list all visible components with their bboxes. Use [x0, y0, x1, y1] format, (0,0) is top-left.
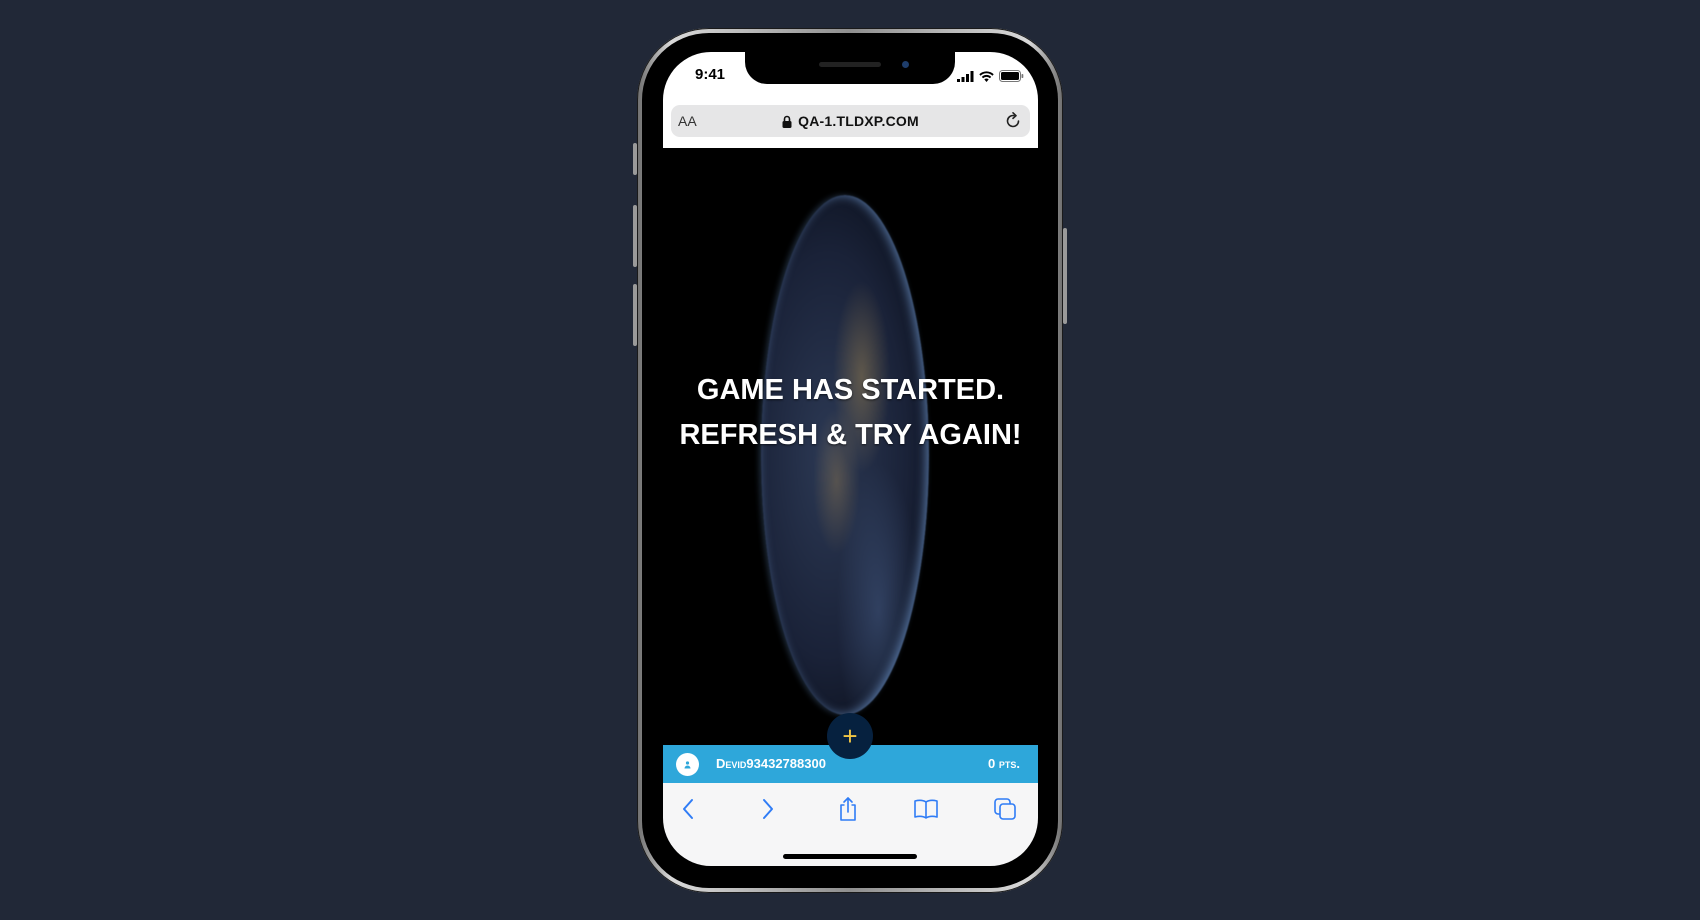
- address-bar[interactable]: AA QA-1.TLDXP.COM: [671, 105, 1030, 137]
- notch: [745, 52, 955, 84]
- tabs-button[interactable]: [991, 795, 1019, 823]
- reload-button[interactable]: [1003, 111, 1023, 136]
- home-indicator: [783, 854, 917, 859]
- plus-icon: +: [842, 721, 858, 751]
- share-button[interactable]: [834, 795, 862, 823]
- back-icon: [683, 799, 693, 819]
- wifi-icon: [979, 70, 994, 82]
- browser-toolbar: [663, 783, 1038, 866]
- status-time: 9:41: [695, 66, 726, 83]
- signal-icon: [957, 70, 974, 82]
- reload-icon: [1006, 112, 1020, 128]
- game-area: GAME HAS STARTED. REFRESH & TRY AGAIN!: [663, 148, 1038, 745]
- player-points: 0 pts.: [988, 756, 1020, 771]
- speaker-grille: [819, 62, 881, 67]
- stage: 9:41 AA QA-1.TLDXP.COM GAME HAS STARTED.…: [0, 0, 1700, 920]
- bookmarks-icon: [914, 799, 938, 819]
- status-icons: [957, 70, 1024, 82]
- user-icon: [684, 761, 691, 769]
- player-name: Devid93432788300: [716, 756, 826, 771]
- tabs-icon: [994, 798, 1016, 820]
- game-status-message: GAME HAS STARTED. REFRESH & TRY AGAIN!: [679, 374, 1022, 451]
- bookmarks-button[interactable]: [912, 795, 940, 823]
- status-bar: 9:41: [663, 52, 1038, 100]
- avatar[interactable]: [676, 753, 699, 776]
- url-text: QA-1.TLDXP.COM: [798, 113, 919, 129]
- back-button[interactable]: [674, 795, 702, 823]
- forward-button[interactable]: [754, 795, 782, 823]
- share-icon: [840, 797, 856, 821]
- front-camera: [902, 61, 909, 68]
- phone-screen: 9:41 AA QA-1.TLDXP.COM GAME HAS STARTED.…: [663, 52, 1038, 866]
- add-button[interactable]: +: [827, 713, 873, 759]
- lock-icon: [782, 115, 792, 128]
- url-display[interactable]: QA-1.TLDXP.COM: [671, 113, 1030, 129]
- forward-icon: [763, 799, 773, 819]
- battery-icon: [999, 70, 1024, 82]
- phone-power-button: [1063, 228, 1067, 324]
- browser-address-area: AA QA-1.TLDXP.COM: [663, 100, 1038, 148]
